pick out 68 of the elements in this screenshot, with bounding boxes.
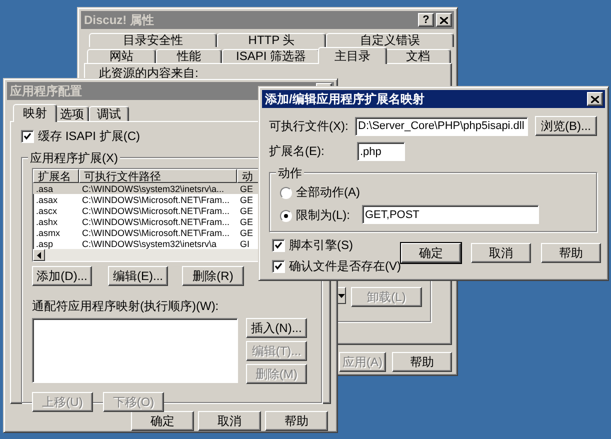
list-cell[interactable]: .asmx bbox=[33, 228, 79, 238]
column-header[interactable]: 扩展名 bbox=[33, 169, 79, 183]
radio-label: 全部动作(A) bbox=[296, 184, 361, 201]
list-cell[interactable]: C:\WINDOWS\Microsoft.NET\Fram... bbox=[79, 228, 237, 238]
close-icon bbox=[440, 16, 448, 24]
browse-button[interactable]: 浏览(B)... bbox=[535, 116, 597, 136]
list-cell[interactable]: .ascx bbox=[33, 206, 79, 216]
tab[interactable]: HTTP 头 bbox=[216, 33, 326, 47]
radio-button[interactable] bbox=[280, 186, 292, 198]
window-title: 添加/编辑应用程序扩展名映射 bbox=[265, 90, 424, 108]
wildcard-list[interactable] bbox=[32, 318, 238, 383]
window-title: 应用程序配置 bbox=[10, 82, 82, 100]
ok-button[interactable]: 确定 bbox=[131, 411, 194, 431]
help-button[interactable]: 帮助 bbox=[541, 243, 601, 263]
group-label: 应用程序扩展(X) bbox=[28, 150, 120, 167]
radio-label: 限制为(L): bbox=[296, 207, 351, 224]
checkbox-label: 确认文件是否存在(V) bbox=[289, 258, 401, 275]
checkbox[interactable] bbox=[21, 130, 34, 143]
tab[interactable]: ISAPI 筛选器 bbox=[222, 49, 320, 63]
verbs-field[interactable]: GET,POST bbox=[362, 205, 539, 224]
group-label: 动作 bbox=[276, 165, 304, 182]
checkmark-icon bbox=[275, 263, 282, 270]
delete-button[interactable]: 删除(R) bbox=[182, 266, 244, 286]
checkmark-icon bbox=[275, 242, 282, 249]
left-arrow-icon bbox=[37, 252, 41, 258]
field-label: 扩展名(E): bbox=[269, 143, 326, 160]
list-cell[interactable]: .asax bbox=[33, 194, 79, 204]
tab[interactable]: 自定义错误 bbox=[326, 33, 454, 47]
cancel-button[interactable]: 取消 bbox=[198, 411, 261, 431]
checkbox[interactable] bbox=[272, 260, 285, 273]
edit-button[interactable]: 编辑(E)... bbox=[108, 266, 168, 286]
wildcard-mapping-label: 通配符应用程序映射(执行顺序)(W): bbox=[32, 299, 219, 313]
list-cell[interactable]: C:\WINDOWS\Microsoft.NET\Fram... bbox=[79, 216, 237, 226]
list-cell[interactable]: .asa bbox=[33, 184, 79, 194]
tab[interactable]: 选项 bbox=[55, 106, 89, 121]
content-source-label: 此资源的内容来自: bbox=[99, 65, 200, 82]
list-cell[interactable]: .ashx bbox=[33, 216, 79, 226]
window-title: Discuz! 属性 bbox=[84, 12, 154, 28]
add-button[interactable]: 添加(D)... bbox=[32, 266, 92, 286]
executable-field[interactable]: D:\Server_Core\PHP\php5isapi.dll bbox=[355, 116, 528, 136]
help-button[interactable]: 帮助 bbox=[392, 352, 452, 372]
list-cell[interactable]: C:\WINDOWS\system32\inetsrv\a bbox=[79, 238, 237, 248]
checkbox[interactable] bbox=[272, 239, 285, 252]
list-cell[interactable]: .asp bbox=[33, 238, 79, 248]
dropdown-arrow-icon bbox=[338, 294, 344, 298]
checkbox-label: 脚本引擎(S) bbox=[289, 237, 353, 254]
extension-field[interactable]: .php bbox=[357, 142, 405, 161]
tab[interactable]: 映射 bbox=[13, 104, 57, 122]
tab[interactable]: 目录安全性 bbox=[89, 33, 217, 47]
help-button[interactable]: ? bbox=[418, 13, 434, 27]
checkmark-icon bbox=[24, 133, 31, 140]
help-button[interactable]: 帮助 bbox=[265, 411, 328, 431]
checkbox-label: 缓存 ISAPI 扩展(C) bbox=[38, 128, 140, 145]
list-cell[interactable]: C:\WINDOWS\Microsoft.NET\Fram... bbox=[79, 206, 237, 216]
radio-button[interactable] bbox=[280, 210, 292, 222]
tab[interactable]: 性能 bbox=[156, 49, 222, 63]
ok-button[interactable]: 确定 bbox=[401, 243, 461, 263]
tab[interactable]: 网站 bbox=[87, 49, 156, 63]
cancel-button[interactable]: 取消 bbox=[471, 243, 531, 263]
field-label: 可执行文件(X): bbox=[269, 118, 350, 134]
tab[interactable]: 调试 bbox=[89, 106, 129, 121]
insert-button[interactable]: 插入(N)... bbox=[246, 318, 307, 338]
close-icon bbox=[591, 96, 599, 102]
list-cell[interactable]: C:\WINDOWS\Microsoft.NET\Fram... bbox=[79, 194, 237, 204]
tab[interactable]: 文档 bbox=[385, 49, 451, 63]
column-header[interactable]: 可执行文件路径 bbox=[79, 169, 237, 183]
list-cell[interactable]: C:\WINDOWS\system32\inetsrv\a... bbox=[79, 184, 237, 194]
tab[interactable]: 主目录 bbox=[318, 47, 387, 64]
